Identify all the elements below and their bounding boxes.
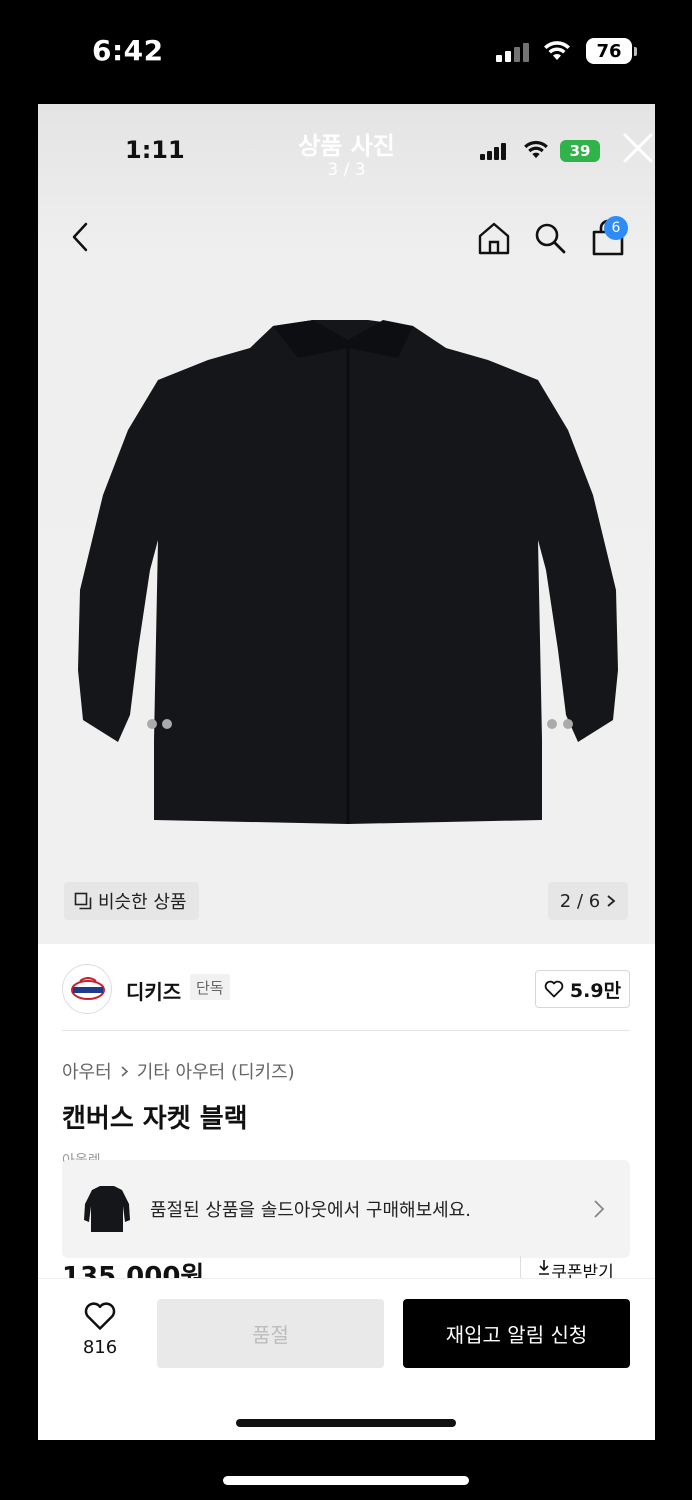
product-photo-viewer[interactable]: 1:11 상품 사진 3 / 3 39 6 비슷한 상품 2 / 6	[38, 104, 655, 944]
purchase-bar: 816 품절 재입고 알림 신청	[38, 1278, 655, 1440]
close-icon[interactable]	[622, 132, 654, 164]
inner-home-indicator	[236, 1419, 456, 1427]
brand-logo-mark	[71, 977, 105, 1000]
inner-battery-level: 39	[569, 142, 591, 160]
restock-alert-button[interactable]: 재입고 알림 신청	[403, 1299, 630, 1368]
app-screenshot: 1:11 상품 사진 3 / 3 39 6 비슷한 상품 2 / 6 디키즈 단…	[38, 104, 655, 1440]
image-page-indicator[interactable]: 2 / 6	[548, 882, 628, 920]
similar-products-button[interactable]: 비슷한 상품	[64, 882, 199, 920]
heart-icon	[544, 980, 564, 998]
chevron-right-icon	[607, 895, 616, 907]
inner-signal-icon	[480, 142, 506, 160]
breadcrumb: 아우터 기타 아우터 (디키즈)	[62, 1058, 295, 1084]
outer-clock: 6:42	[92, 34, 164, 67]
brand-logo[interactable]	[62, 964, 112, 1014]
battery-icon: 76	[586, 38, 637, 64]
inner-wifi-icon	[524, 140, 548, 159]
breadcrumb-item[interactable]: 기타 아우터 (디키즈)	[137, 1058, 295, 1084]
wishlist-button[interactable]: 816	[76, 1301, 124, 1358]
cellular-signal-icon	[496, 42, 529, 62]
soldout-button: 품절	[157, 1299, 384, 1368]
soldout-promo-banner[interactable]: 품절된 상품을 솔드아웃에서 구매해보세요.	[62, 1160, 630, 1258]
back-arrow-icon[interactable]	[68, 220, 96, 254]
chevron-right-icon	[121, 1065, 128, 1077]
search-icon[interactable]	[532, 220, 568, 256]
heart-icon	[84, 1302, 116, 1330]
wifi-icon	[544, 41, 570, 60]
outer-status-bar: 6:42 76	[0, 0, 692, 104]
exclusive-badge: 단독	[190, 974, 230, 1000]
inner-battery-icon: 39	[560, 140, 600, 162]
product-title: 캔버스 자켓 블랙	[62, 1104, 248, 1134]
divider	[62, 1030, 630, 1031]
breadcrumb-item[interactable]: 아우터	[62, 1058, 112, 1084]
soldout-banner-text: 품절된 상품을 솔드아웃에서 구매해보세요.	[150, 1200, 471, 1221]
home-indicator[interactable]	[223, 1476, 469, 1485]
image-page-text: 2 / 6	[559, 890, 601, 912]
download-icon	[539, 1260, 550, 1275]
product-thumbnail	[84, 1186, 130, 1232]
brand-row: 디키즈 단독 5.9만	[62, 960, 630, 1016]
product-image	[78, 320, 618, 824]
wishlist-count: 816	[82, 1337, 118, 1358]
copy-icon	[74, 892, 92, 910]
brand-name[interactable]: 디키즈	[126, 976, 181, 1005]
brand-like-button[interactable]: 5.9만	[535, 970, 630, 1008]
chevron-right-icon	[594, 1200, 605, 1218]
similar-products-label: 비슷한 상품	[98, 892, 187, 913]
product-price: 135,000원	[62, 1262, 205, 1280]
cart-count-badge: 6	[604, 216, 628, 240]
battery-level: 76	[596, 40, 622, 62]
brand-like-count: 5.9만	[569, 979, 622, 1002]
home-icon[interactable]	[476, 220, 512, 256]
photo-counter: 3 / 3	[327, 160, 366, 180]
